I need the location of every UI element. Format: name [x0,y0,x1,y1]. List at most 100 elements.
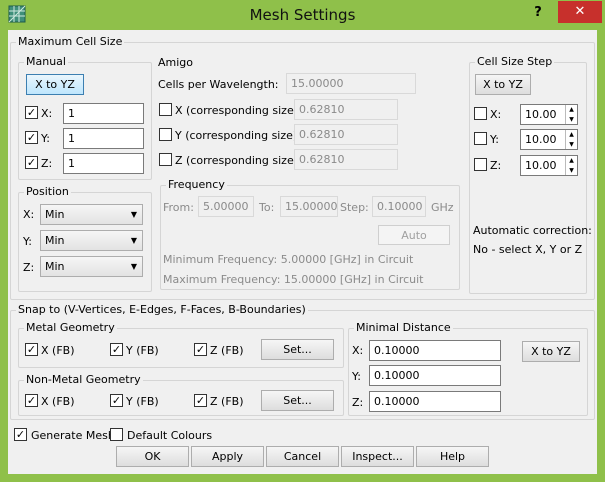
window-title: Mesh Settings [249,6,356,24]
chevron-down-icon: ▼ [130,262,137,271]
step-z-label: Z: [490,159,502,172]
automatic-correction-label: Automatic correction: [473,224,592,237]
step-input[interactable]: 0.10000 [372,196,426,217]
manual-label: Manual [24,55,68,68]
amigo-y-input[interactable]: 0.62810 [294,124,398,145]
manual-y-checkbox[interactable]: ✓ [25,131,38,144]
nonmetal-y-checkbox[interactable]: ✓ [110,394,123,407]
step-x-checkbox[interactable] [474,107,487,120]
nonmetal-y-label: Y (FB) [126,395,159,408]
non-metal-geometry-label: Non-Metal Geometry [24,373,143,386]
amigo-z-input[interactable]: 0.62810 [294,149,398,170]
step-x-spinbox[interactable]: 10.00 ▲ ▼ [520,104,578,125]
dialog-body: Maximum Cell Size Manual X to YZ ✓ X: 1 … [8,30,597,474]
amigo-label: Amigo [158,56,194,69]
min-distance-x-input[interactable]: 0.10000 [369,340,501,361]
cancel-button[interactable]: Cancel [266,446,339,467]
position-z-select[interactable]: Min ▼ [40,256,143,277]
nonmetal-z-checkbox[interactable]: ✓ [194,394,207,407]
metal-y-checkbox[interactable]: ✓ [110,343,123,356]
minimal-distance-label: Minimal Distance [354,321,453,334]
spin-arrows-icon[interactable]: ▲ ▼ [565,156,577,175]
step-z-spinbox[interactable]: 10.00 ▲ ▼ [520,155,578,176]
to-label: To: [259,201,275,214]
amigo-x-checkbox[interactable] [159,103,172,116]
cell-size-step-label: Cell Size Step [475,55,555,68]
manual-z-input[interactable]: 1 [63,153,144,174]
step-label: Step: [340,201,369,214]
amigo-y-label: Y (corresponding size) [175,129,298,142]
manual-x-checkbox[interactable]: ✓ [25,106,38,119]
position-x-select[interactable]: Min ▼ [40,204,143,225]
step-y-checkbox[interactable] [474,132,487,145]
position-x-label: X: [23,208,35,221]
help-title-button[interactable]: ? [528,3,548,23]
maximum-frequency-text: Maximum Frequency: 15.00000 [GHz] in Cir… [163,273,424,286]
minimum-frequency-text: Minimum Frequency: 5.00000 [GHz] in Circ… [163,253,414,266]
title-bar[interactable]: Mesh Settings ? ✕ [0,0,605,30]
step-x-label: X: [490,108,502,121]
ghz-unit-label: GHz [431,201,454,214]
apply-button[interactable]: Apply [191,446,264,467]
auto-button[interactable]: Auto [378,225,450,245]
manual-x-input[interactable]: 1 [63,103,144,124]
manual-z-label: Z: [41,157,53,170]
default-colours-checkbox[interactable] [110,428,123,441]
generate-mesh-label: Generate Mesh [31,429,115,442]
metal-set-button[interactable]: Set... [261,339,334,360]
nonmetal-set-button[interactable]: Set... [261,390,334,411]
chevron-down-icon: ▼ [130,210,137,219]
step-x-to-yz-button[interactable]: X to YZ [475,74,531,95]
ok-button[interactable]: OK [116,446,189,467]
step-z-checkbox[interactable] [474,158,487,171]
mesh-settings-window: Mesh Settings ? ✕ Maximum Cell Size Manu… [0,0,605,482]
amigo-x-input[interactable]: 0.62810 [294,99,398,120]
min-distance-x-label: X: [352,344,364,357]
help-button[interactable]: Help [416,446,489,467]
cells-per-wavelength-input[interactable]: 15.00000 [286,73,416,94]
cells-per-wavelength-label: Cells per Wavelength: [158,78,279,91]
nonmetal-x-label: X (FB) [41,395,75,408]
default-colours-label: Default Colours [127,429,213,442]
position-z-label: Z: [23,261,35,274]
spin-arrows-icon[interactable]: ▲ ▼ [565,130,577,149]
metal-y-label: Y (FB) [126,344,159,357]
metal-x-checkbox[interactable]: ✓ [25,343,38,356]
min-distance-y-input[interactable]: 0.10000 [369,365,501,386]
nonmetal-x-checkbox[interactable]: ✓ [25,394,38,407]
min-distance-x-to-yz-button[interactable]: X to YZ [522,341,580,362]
metal-z-checkbox[interactable]: ✓ [194,343,207,356]
nonmetal-z-label: Z (FB) [210,395,244,408]
metal-geometry-label: Metal Geometry [24,321,117,334]
step-y-spinbox[interactable]: 10.00 ▲ ▼ [520,129,578,150]
from-label: From: [163,201,194,214]
amigo-y-checkbox[interactable] [159,128,172,141]
inspect-button[interactable]: Inspect... [341,446,414,467]
amigo-z-label: Z (corresponding size) [175,154,299,167]
position-label: Position [24,185,71,198]
manual-y-input[interactable]: 1 [63,128,144,149]
close-button[interactable]: ✕ [558,1,602,23]
min-distance-y-label: Y: [352,370,361,383]
position-y-select[interactable]: Min ▼ [40,230,143,251]
min-distance-z-label: Z: [352,396,364,409]
manual-z-checkbox[interactable]: ✓ [25,156,38,169]
frequency-label: Frequency [166,178,227,191]
from-input[interactable]: 5.00000 [198,196,254,217]
amigo-x-label: X (corresponding size) [175,104,299,117]
automatic-correction-note: No - select X, Y or Z [473,243,583,256]
cell-size-step-group: Cell Size Step [469,55,587,294]
manual-y-label: Y: [41,132,50,145]
metal-x-label: X (FB) [41,344,75,357]
spin-arrows-icon[interactable]: ▲ ▼ [565,105,577,124]
manual-x-to-yz-button[interactable]: X to YZ [26,74,84,95]
maximum-cell-size-label: Maximum Cell Size [16,35,125,48]
min-distance-z-input[interactable]: 0.10000 [369,391,501,412]
position-y-label: Y: [23,235,32,248]
chevron-down-icon: ▼ [130,236,137,245]
to-input[interactable]: 15.00000 [280,196,338,217]
snap-to-label: Snap to (V-Vertices, E-Edges, F-Faces, B… [16,303,308,316]
amigo-z-checkbox[interactable] [159,153,172,166]
step-y-label: Y: [490,133,499,146]
generate-mesh-checkbox[interactable]: ✓ [14,428,27,441]
